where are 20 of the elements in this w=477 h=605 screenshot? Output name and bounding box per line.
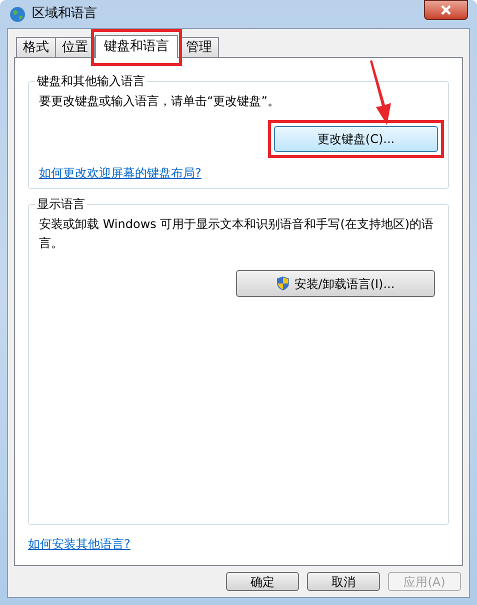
install-language-button[interactable]: 安装/卸载语言(I)... <box>236 270 435 297</box>
close-icon <box>441 5 451 15</box>
description-text: 要更改键盘或输入语言，请单击“更改键盘”。 <box>39 93 280 110</box>
install-language-link[interactable]: 如何安装其他语言? <box>28 535 130 553</box>
shield-icon <box>276 276 290 291</box>
description-text: 安装或卸载 Windows 可用于显示文本和识别语音和手写(在支持地区)的语言。 <box>39 216 435 252</box>
close-button[interactable] <box>424 0 468 20</box>
globe-icon <box>9 6 26 22</box>
group-title: 键盘和其他输入语言 <box>36 73 146 90</box>
group-title: 显示语言 <box>36 196 86 213</box>
dialog-button[interactable]: 取消 <box>307 572 380 591</box>
tab[interactable]: 键盘和语言 <box>95 35 178 58</box>
button-label: 安装/卸载语言(I)... <box>294 276 395 292</box>
change-keyboard-button[interactable]: 更改键盘(C)... <box>274 126 438 152</box>
tab[interactable]: 位置 <box>55 37 95 57</box>
tab[interactable]: 管理 <box>179 37 219 57</box>
keyboard-layout-link[interactable]: 如何更改欢迎屏幕的键盘布局? <box>39 164 202 182</box>
window-title: 区域和语言 <box>32 5 97 24</box>
dialog-button[interactable]: 确定 <box>226 572 299 591</box>
tab[interactable]: 格式 <box>16 37 56 57</box>
